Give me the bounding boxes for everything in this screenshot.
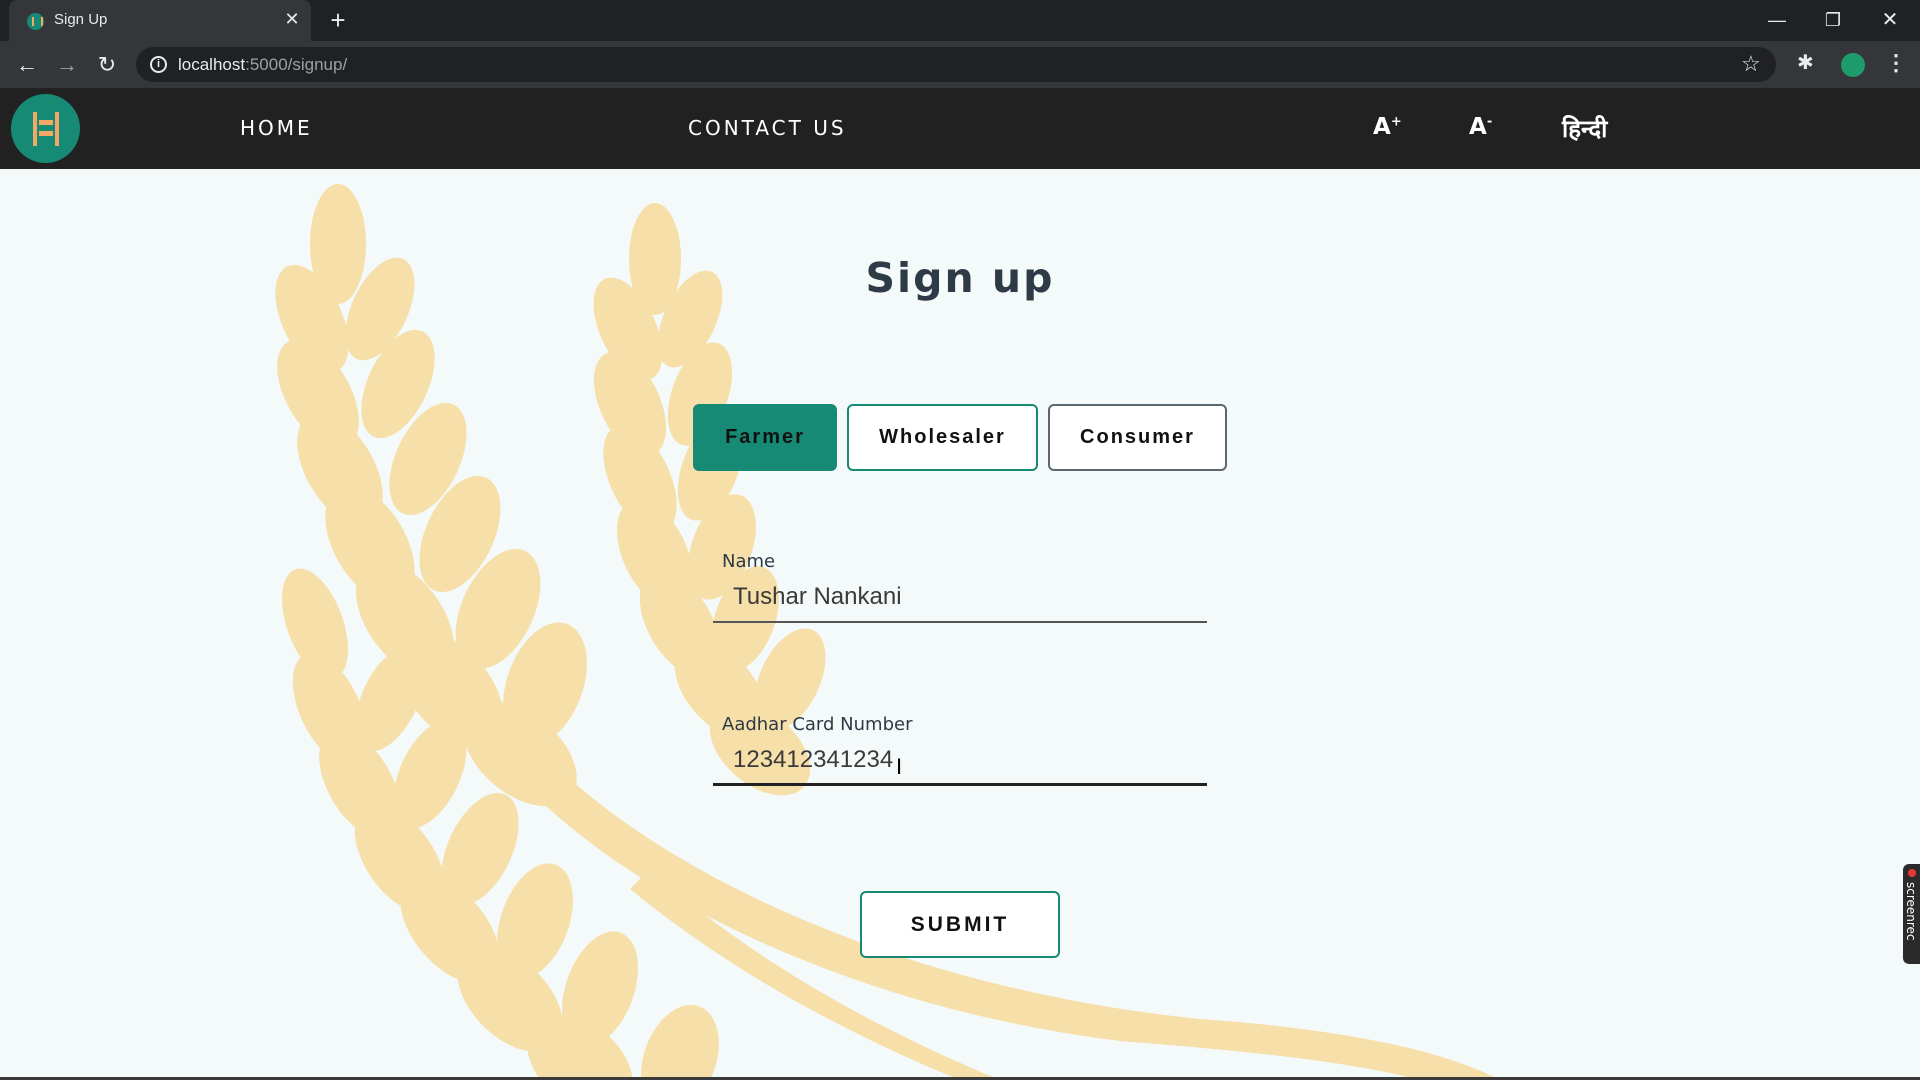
browser-toolbar: ← → ↻ i localhost:5000/signup/ ☆ ✱ ⋮ [0, 41, 1920, 88]
record-dot-icon [1908, 869, 1916, 877]
site-info-icon[interactable]: i [150, 56, 167, 73]
window-restore-button[interactable]: ❐ [1813, 4, 1853, 36]
font-increase-letter: A [1373, 114, 1391, 140]
font-decrease-button[interactable]: A- [1469, 114, 1492, 140]
back-arrow-icon[interactable]: ← [12, 50, 42, 80]
font-increase-sign: + [1390, 114, 1402, 130]
extensions-puzzle-icon[interactable]: ✱ [1797, 50, 1814, 75]
url-host: localhost [178, 55, 246, 74]
role-farmer-button[interactable]: Farmer [693, 404, 837, 471]
aadhar-label: Aadhar Card Number [722, 714, 913, 735]
name-label: Name [722, 551, 776, 572]
screenrec-badge[interactable]: screenrec [1903, 864, 1920, 964]
forward-arrow-icon[interactable]: → [52, 50, 82, 80]
aadhar-field[interactable] [713, 736, 1207, 786]
wheat-logo-icon [33, 112, 59, 146]
site-favicon-icon [27, 13, 44, 30]
window-close-button[interactable]: ✕ [1870, 4, 1910, 36]
role-wholesaler-button[interactable]: Wholesaler [847, 404, 1038, 471]
new-tab-button[interactable]: + [325, 7, 351, 33]
name-field[interactable] [713, 573, 1207, 623]
font-increase-button[interactable]: A+ [1373, 114, 1402, 140]
page-title: Sign up [865, 254, 1055, 302]
site-logo[interactable] [11, 94, 80, 163]
url-text: localhost:5000/signup/ [178, 55, 347, 75]
window-minimize-button[interactable]: — [1757, 4, 1797, 36]
address-bar[interactable]: i localhost:5000/signup/ ☆ [136, 47, 1776, 82]
browser-tabstrip: Sign Up ✕ + — ❐ ✕ [0, 0, 1920, 41]
role-consumer-button[interactable]: Consumer [1048, 404, 1227, 471]
language-toggle[interactable]: हिन्दी [1562, 112, 1607, 145]
tab-close-icon[interactable]: ✕ [281, 8, 303, 30]
submit-button[interactable]: SUBMIT [860, 891, 1060, 958]
url-path: :5000/signup/ [245, 55, 348, 74]
text-cursor-icon: I [896, 754, 903, 779]
reload-icon[interactable]: ↻ [92, 50, 122, 80]
browser-tab[interactable]: Sign Up ✕ [9, 0, 311, 41]
site-navbar: HOME CONTACT US A+ A- हिन्दी [0, 88, 1920, 169]
bookmark-star-icon[interactable]: ☆ [1741, 51, 1761, 77]
profile-avatar[interactable] [1841, 53, 1865, 77]
font-decrease-sign: - [1486, 114, 1493, 130]
tab-title: Sign Up [54, 11, 108, 28]
nav-contact-link[interactable]: CONTACT US [688, 116, 847, 140]
font-decrease-letter: A [1469, 114, 1487, 140]
nav-home-link[interactable]: HOME [240, 116, 313, 140]
screenrec-label: screenrec [1904, 882, 1918, 941]
browser-menu-icon[interactable]: ⋮ [1885, 50, 1907, 76]
signup-page: Sign up Farmer Wholesaler Consumer Name … [0, 169, 1920, 1080]
